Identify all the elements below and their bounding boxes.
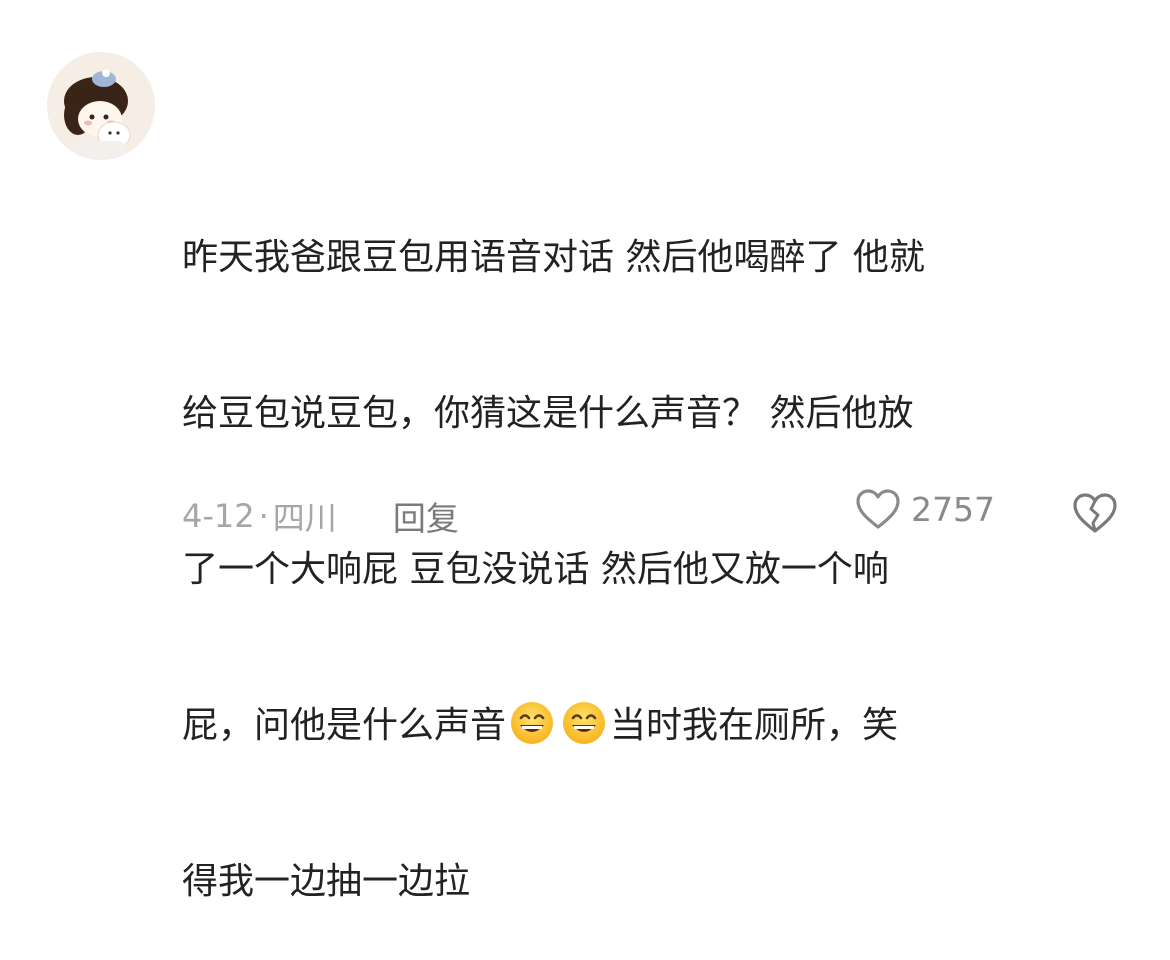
meta-separator: · [258,497,269,535]
grinning-squint-face-icon [562,701,606,745]
dislike-button[interactable] [1072,492,1118,538]
like-button[interactable]: 2757 [855,488,995,530]
comment-line: 屁，问他是什么声音 当时我在厕所，笑 [182,700,1127,752]
comment-line: 昨天我爸跟豆包用语音对话 然后他喝醉了 他就 [182,237,925,278]
heart-outline-icon [856,489,900,529]
comment-line-segment: 当时我在厕所，笑 [610,705,899,746]
comment-location: 四川 [272,499,337,537]
avatar[interactable] [48,53,154,159]
comment-meta: 4-12 · 四川 回复 [182,492,459,540]
grinning-squint-face-icon [510,701,554,745]
comment-text: 昨天我爸跟豆包用语音对话 然后他喝醉了 他就 给豆包说豆包，你猜这是什么声音？ … [182,128,1127,960]
comment-line-segment: 屁，问他是什么声音 [182,705,507,746]
reply-button[interactable]: 回复 [393,492,459,540]
like-count: 2757 [911,489,995,529]
broken-heart-icon [1073,493,1117,533]
avatar-illustration [48,53,154,159]
comment-line: 给豆包说豆包，你猜这是什么声音？ 然后他放 [182,393,914,434]
comment-line: 了一个大响屁 豆包没说话 然后他又放一个响 [182,549,889,590]
comment-line: 得我一边抽一边拉 [182,861,471,902]
comment-date: 4-12 [182,497,255,535]
